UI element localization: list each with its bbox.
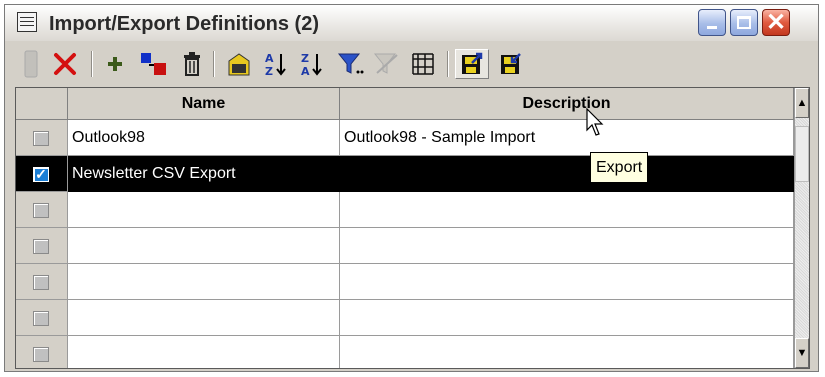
sort-ascending-icon: AZ (265, 52, 286, 78)
toolbar: AZ ZA (5, 41, 818, 85)
sort-ascending-button[interactable]: AZ (261, 49, 291, 79)
sort-descending-button[interactable]: ZA (297, 49, 327, 79)
trash-icon (184, 52, 200, 76)
export-button[interactable] (455, 49, 489, 79)
description-cell[interactable] (340, 300, 794, 336)
move-button[interactable] (137, 49, 171, 79)
add-icon (108, 57, 122, 71)
table-row[interactable] (16, 336, 794, 368)
column-header-name[interactable]: Name (68, 88, 340, 120)
import-icon (501, 53, 521, 74)
blank-icon (24, 50, 38, 78)
arrow-up-icon: ▲ (796, 97, 808, 109)
sort-descending-icon: ZA (301, 52, 322, 78)
close-button[interactable]: ✕ (762, 9, 790, 36)
close-icon: ✕ (765, 9, 787, 36)
row-selector[interactable] (16, 264, 68, 300)
svg-text:A: A (265, 52, 274, 65)
svg-text:Z: Z (301, 52, 309, 65)
table-row[interactable] (16, 300, 794, 336)
table-row[interactable] (16, 264, 794, 300)
row-checkbox[interactable] (33, 347, 49, 362)
window-title: Import/Export Definitions (2) (49, 13, 319, 35)
row-selector[interactable] (16, 192, 68, 228)
tag-all-button[interactable] (223, 49, 255, 79)
row-selector[interactable]: ✓ (16, 156, 68, 192)
row-selector[interactable] (16, 300, 68, 336)
row-selector[interactable] (16, 120, 68, 156)
scroll-down-button[interactable]: ▼ (795, 338, 809, 368)
toolbar-separator (213, 51, 215, 77)
row-checkbox[interactable] (33, 311, 49, 326)
blank-button[interactable] (21, 49, 41, 79)
name-cell[interactable] (68, 336, 340, 368)
toolbar-separator (91, 51, 93, 77)
description-cell[interactable] (340, 264, 794, 300)
mouse-pointer-icon (586, 108, 604, 136)
columns-grid-button[interactable] (407, 49, 439, 79)
row-selector[interactable] (16, 228, 68, 264)
row-checkbox[interactable] (33, 131, 49, 146)
table-row[interactable] (16, 192, 794, 228)
add-button[interactable] (101, 49, 129, 79)
description-cell[interactable] (340, 336, 794, 368)
delete-button[interactable] (49, 49, 81, 79)
title-bar[interactable]: Import/Export Definitions (2) ✕ (5, 5, 818, 42)
svg-text:Z: Z (265, 65, 273, 78)
table-row[interactable]: Outlook98 Outlook98 - Sample Import (16, 120, 794, 156)
svg-text:A: A (301, 65, 310, 78)
row-selector-header[interactable] (16, 88, 68, 120)
table-app-icon (17, 12, 37, 32)
row-checkbox[interactable] (33, 203, 49, 218)
filter-button[interactable] (335, 49, 367, 79)
name-cell[interactable] (68, 300, 340, 336)
minimize-icon (707, 26, 717, 29)
name-cell[interactable] (68, 228, 340, 264)
vertical-scrollbar[interactable]: ▲ ▼ (794, 88, 809, 368)
import-button[interactable] (495, 49, 527, 79)
clear-filter-icon (373, 53, 398, 74)
scroll-up-button[interactable]: ▲ (795, 88, 809, 118)
name-cell[interactable] (68, 192, 340, 228)
move-icon (141, 53, 166, 75)
column-header-description[interactable]: Description (340, 88, 794, 120)
name-cell[interactable] (68, 264, 340, 300)
delete-x-icon (54, 53, 76, 75)
filter-icon (337, 53, 364, 74)
clear-filter-button[interactable] (371, 49, 403, 79)
description-cell[interactable] (340, 156, 794, 192)
columns-grid-icon (412, 53, 434, 75)
export-icon (462, 52, 483, 74)
table-row-selected[interactable]: ✓ Newsletter CSV Export (16, 156, 794, 192)
row-checkbox[interactable] (33, 239, 49, 254)
minimize-button[interactable] (698, 9, 726, 36)
name-cell[interactable]: Outlook98 (68, 120, 340, 156)
maximize-icon (737, 16, 751, 29)
description-cell[interactable] (340, 228, 794, 264)
scroll-thumb[interactable] (795, 126, 809, 182)
row-selector[interactable] (16, 336, 68, 368)
checked-checkbox-icon[interactable]: ✓ (33, 167, 49, 182)
maximize-button[interactable] (730, 9, 758, 36)
arrow-down-icon: ▼ (796, 347, 808, 359)
trash-button[interactable] (177, 49, 207, 79)
definitions-grid: Name Description Outlook98 Outlook98 - S… (15, 87, 810, 369)
description-cell[interactable] (340, 192, 794, 228)
table-row[interactable] (16, 228, 794, 264)
row-checkbox[interactable] (33, 275, 49, 290)
import-export-definitions-window: Import/Export Definitions (2) ✕ A Z Z A … (4, 4, 819, 372)
tag-all-icon (228, 53, 250, 76)
export-tooltip: Export (590, 152, 649, 183)
toolbar-separator (447, 51, 449, 77)
description-cell[interactable]: Outlook98 - Sample Import (340, 120, 794, 156)
name-cell[interactable]: Newsletter CSV Export (68, 156, 340, 192)
